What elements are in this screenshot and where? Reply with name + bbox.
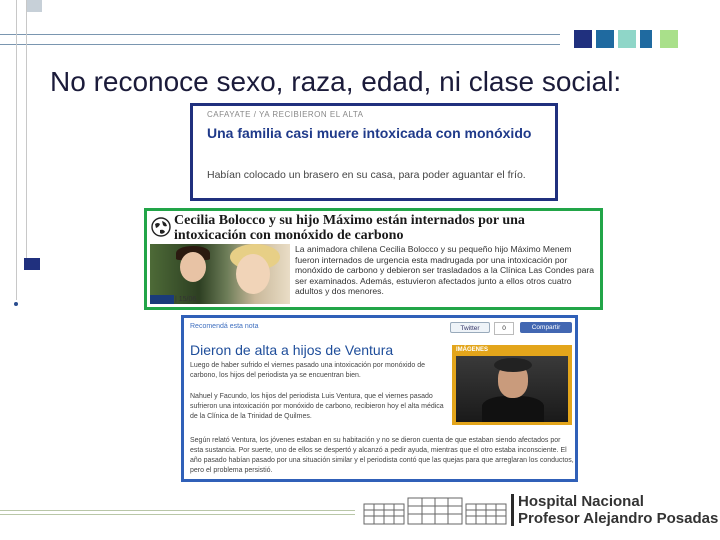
deco-square-3	[618, 30, 636, 48]
deco-line-vertical	[16, 0, 17, 300]
deco-dot	[14, 302, 18, 306]
deco-square-left	[24, 258, 40, 270]
twitter-button[interactable]: Twitter	[450, 322, 490, 333]
share-button[interactable]: Compartir	[520, 322, 572, 333]
photo-figure-hair	[494, 358, 532, 372]
clip2-source-logo	[150, 295, 174, 304]
clip1-headline[interactable]: Una familia casi muere intoxicada con mo…	[207, 125, 547, 141]
news-clipping-1: CAFAYATE / YA RECIBIERON EL ALTA Una fam…	[190, 103, 558, 201]
deco-square-1	[574, 30, 592, 48]
news-clipping-2: Cecilia Bolocco y su hijo Máximo están i…	[144, 208, 603, 310]
clip3-body-1: Nahuel y Facundo, los hijos del periodis…	[190, 393, 444, 420]
deco-line-bottom	[0, 510, 355, 511]
hospital-name-line-2: Profesor Alejandro Posadas	[518, 510, 719, 527]
clip3-headline[interactable]: Dieron de alta a hijos de Ventura	[190, 342, 393, 358]
clip2-body: La animadora chilena Cecilia Bolocco y s…	[295, 244, 595, 296]
deco-line-top	[0, 34, 560, 35]
twitter-count: 0	[494, 322, 514, 335]
deco-line-top-2	[0, 44, 560, 45]
deco-square-top-left	[26, 0, 42, 12]
photo-figure-suit	[482, 396, 544, 422]
clip3-image-label: IMÁGENES	[456, 347, 489, 353]
clip1-kicker: CAFAYATE / YA RECIBIERON EL ALTA	[207, 110, 364, 119]
recommend-link[interactable]: Recomendá esta nota	[190, 323, 259, 330]
clip1-body: Habían colocado un brasero en su casa, p…	[207, 169, 526, 181]
globe-icon	[151, 217, 171, 237]
clip2-date: | 15/06	[175, 296, 197, 303]
clip3-body-2: Según relató Ventura, los jóvenes estaba…	[190, 437, 574, 474]
photo-figure-child	[180, 252, 206, 282]
news-clipping-3: Recomendá esta nota Twitter 0 Compartir …	[181, 315, 578, 482]
deco-line-vertical-2	[26, 0, 27, 260]
hospital-name-line-1: Hospital Nacional	[518, 493, 644, 510]
clip3-photo	[456, 356, 568, 422]
deco-line-bottom-2	[0, 514, 355, 515]
photo-figure-woman	[236, 254, 270, 294]
clip2-headline[interactable]: Cecilia Bolocco y su hijo Máximo están i…	[174, 213, 574, 243]
deco-square-4	[640, 30, 652, 48]
clip3-lead: Luego de haber sufrido el viernes pasado…	[190, 362, 426, 379]
clip3-image-box[interactable]: IMÁGENES	[452, 345, 572, 425]
slide-title: No reconoce sexo, raza, edad, ni clase s…	[50, 66, 622, 97]
logo-divider	[511, 494, 514, 526]
deco-square-2	[596, 30, 614, 48]
deco-square-5	[660, 30, 678, 48]
hospital-building-icon	[363, 497, 507, 525]
